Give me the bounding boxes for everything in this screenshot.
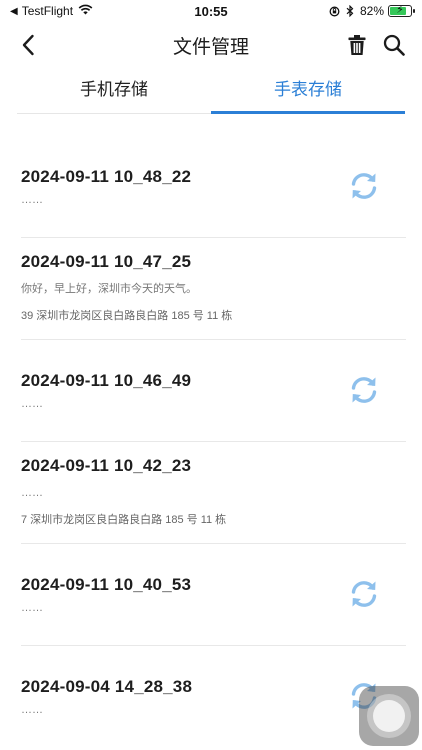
- file-name: 2024-09-04 14_28_38: [21, 677, 193, 696]
- list-item[interactable]: 2024-09-11 10_47_25 你好，早上好，深圳市今天的天气。 39 …: [21, 238, 406, 340]
- file-preview: ……: [21, 602, 43, 614]
- file-name: 2024-09-11 10_40_53: [21, 575, 192, 594]
- orientation-lock-icon: [329, 6, 340, 17]
- list-item[interactable]: 2024-09-11 10_42_23 …… 7 深圳市龙岗区良白路良白路 18…: [21, 442, 406, 544]
- list-item[interactable]: 2024-09-11 10_46_49 ……: [21, 340, 406, 442]
- file-list: 2024-09-11 10_48_22 …… 2024-09-11 10_47_…: [0, 136, 422, 748]
- list-item[interactable]: 2024-09-11 10_40_53 ……: [21, 544, 406, 646]
- nav-bar: 文件管理: [0, 24, 422, 66]
- list-item[interactable]: 2024-09-11 10_48_22 ……: [21, 136, 406, 238]
- sync-icon[interactable]: [347, 169, 381, 203]
- file-preview: ……: [21, 194, 43, 206]
- charging-bolt-icon: ⚡: [396, 4, 404, 16]
- tab-phone-storage[interactable]: 手机存储: [17, 70, 211, 113]
- status-bar: ◀ TestFlight 10:55 82% ⚡: [0, 0, 422, 24]
- trash-icon: [348, 35, 366, 55]
- sync-icon[interactable]: [347, 577, 381, 611]
- file-preview: 你好，早上好，深圳市今天的天气。: [21, 283, 197, 295]
- status-bar-right: 82% ⚡: [329, 4, 415, 18]
- assistive-touch-button[interactable]: [359, 686, 419, 746]
- delete-button[interactable]: [344, 31, 370, 59]
- battery-icon: ⚡: [388, 4, 415, 17]
- file-name: 2024-09-11 10_46_49: [21, 371, 192, 390]
- file-name: 2024-09-11 10_42_23: [21, 456, 192, 475]
- assistive-touch-dot: [373, 700, 405, 732]
- file-preview: ……: [21, 487, 43, 499]
- file-preview: ……: [21, 704, 43, 716]
- storage-tabs: 手机存储 手表存储: [17, 70, 405, 114]
- sync-icon[interactable]: [347, 373, 381, 407]
- file-location: 39 深圳市龙岗区良白路良白路 185 号 11 栋: [21, 310, 233, 322]
- search-button[interactable]: [380, 31, 408, 59]
- bluetooth-icon: [346, 5, 354, 17]
- file-location: 7 深圳市龙岗区良白路良白路 185 号 11 栋: [21, 514, 227, 526]
- tab-watch-storage[interactable]: 手表存储: [211, 70, 405, 114]
- file-preview: ……: [21, 398, 43, 410]
- file-name: 2024-09-11 10_48_22: [21, 167, 192, 186]
- list-item[interactable]: 2024-09-04 14_28_38 ……: [21, 646, 406, 748]
- file-name: 2024-09-11 10_47_25: [21, 252, 192, 271]
- battery-percent: 82%: [359, 4, 384, 18]
- search-icon: [383, 34, 405, 56]
